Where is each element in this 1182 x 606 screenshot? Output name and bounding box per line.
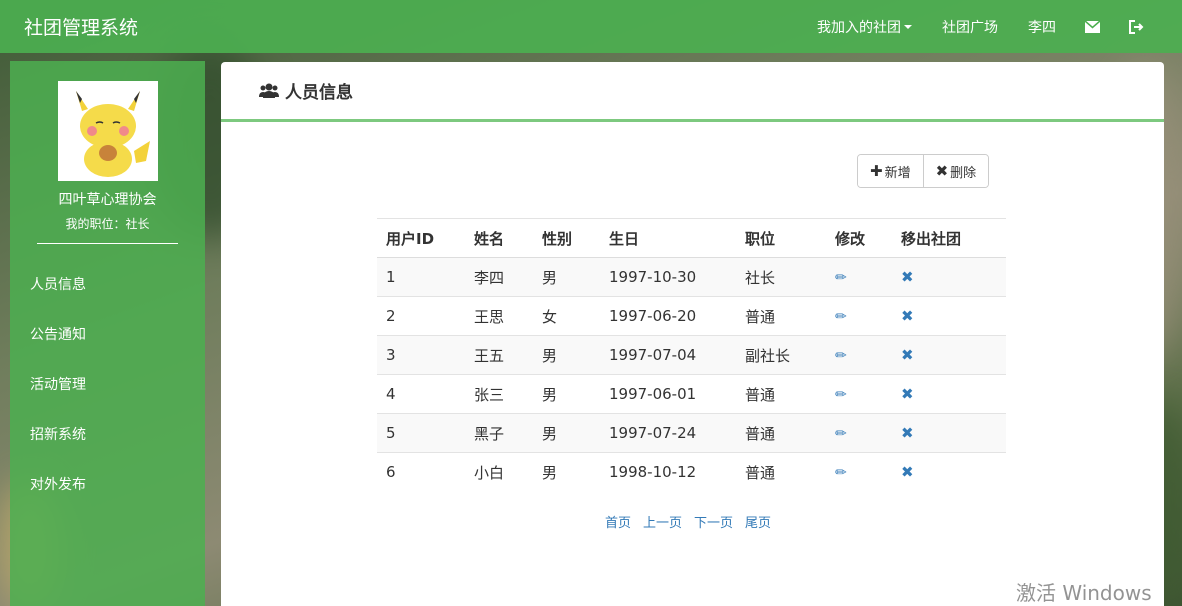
pencil-icon[interactable]: ✏	[835, 270, 847, 286]
pager-next[interactable]: 下一页	[694, 512, 733, 531]
close-icon: ✖	[935, 162, 949, 180]
cell-gender: 男	[533, 257, 600, 297]
table-row: 5 黑子 男 1997-07-24 普通 ✏ ✖	[377, 413, 1006, 453]
delete-button-label: 删除	[950, 165, 977, 181]
remove-icon[interactable]: ✖	[901, 307, 914, 325]
cell-id: 2	[377, 296, 465, 336]
table-header-row: 用户ID 姓名 性别 生日 职位 修改 移出社团	[377, 218, 1006, 258]
club-square-link[interactable]: 社团广场	[927, 0, 1013, 53]
my-position: 我的职位：社长	[65, 217, 150, 231]
cell-birthday: 1997-07-24	[600, 413, 736, 453]
nav-right: 我加入的社团 社团广场 李四	[802, 0, 1158, 53]
table-row: 6 小白 男 1998-10-12 普通 ✏ ✖	[377, 452, 1006, 492]
column-header: 性别	[533, 218, 600, 258]
logout-icon[interactable]	[1114, 0, 1158, 53]
column-header: 移出社团	[892, 218, 1006, 258]
column-header: 职位	[736, 218, 826, 258]
pencil-icon[interactable]: ✏	[835, 309, 847, 325]
top-navbar: 社团管理系统 我加入的社团 社团广场 李四	[0, 0, 1182, 53]
remove-icon[interactable]: ✖	[901, 463, 914, 481]
cell-id: 4	[377, 374, 465, 414]
column-header: 生日	[600, 218, 736, 258]
cell-name: 黑子	[465, 413, 533, 453]
sidebar-item-recruitment[interactable]: 招新系统	[10, 423, 205, 473]
cell-id: 6	[377, 452, 465, 492]
remove-icon[interactable]: ✖	[901, 424, 914, 442]
column-header: 姓名	[465, 218, 533, 258]
cell-role: 副社长	[736, 335, 826, 375]
sidebar: 四叶草心理协会 我的职位：社长 人员信息 公告通知 活动管理 招新系统 对外发布	[10, 61, 205, 606]
pager-prev[interactable]: 上一页	[643, 512, 682, 531]
cell-gender: 男	[533, 452, 600, 492]
cell-name: 王五	[465, 335, 533, 375]
table-row: 4 张三 男 1997-06-01 普通 ✏ ✖	[377, 374, 1006, 414]
main-panel: 人员信息 ✚ 新增 ✖ 删除 用户ID 姓名 性别 生日 职位 修改 移出社团 …	[221, 62, 1164, 606]
delete-member-button[interactable]: ✖ 删除	[922, 155, 989, 187]
remove-icon[interactable]: ✖	[901, 346, 914, 364]
sidebar-item-members[interactable]: 人员信息	[10, 273, 205, 323]
my-clubs-dropdown[interactable]: 我加入的社团	[802, 0, 927, 53]
sidebar-item-activities[interactable]: 活动管理	[10, 373, 205, 423]
cell-name: 张三	[465, 374, 533, 414]
cell-id: 3	[377, 335, 465, 375]
users-icon	[259, 83, 279, 98]
cell-birthday: 1997-06-01	[600, 374, 736, 414]
mail-icon[interactable]	[1071, 0, 1114, 53]
add-button-label: 新增	[884, 165, 911, 181]
cell-birthday: 1997-07-04	[600, 335, 736, 375]
cell-birthday: 1998-10-12	[600, 452, 736, 492]
caret-down-icon	[904, 24, 912, 29]
cell-name: 王思	[465, 296, 533, 336]
cell-role: 普通	[736, 296, 826, 336]
action-button-group: ✚ 新增 ✖ 删除	[857, 154, 990, 188]
cell-name: 李四	[465, 257, 533, 297]
brand-title[interactable]: 社团管理系统	[24, 13, 138, 40]
table-row: 2 王思 女 1997-06-20 普通 ✏ ✖	[377, 296, 1006, 336]
club-avatar	[58, 81, 158, 181]
pencil-icon[interactable]: ✏	[835, 426, 847, 442]
remove-icon[interactable]: ✖	[901, 385, 914, 403]
pencil-icon[interactable]: ✏	[835, 387, 847, 403]
cell-role: 普通	[736, 452, 826, 492]
cell-birthday: 1997-10-30	[600, 257, 736, 297]
cell-role: 普通	[736, 413, 826, 453]
remove-icon[interactable]: ✖	[901, 268, 914, 286]
user-link[interactable]: 李四	[1013, 0, 1071, 53]
page-title: 人员信息	[285, 83, 353, 103]
sidebar-menu: 人员信息 公告通知 活动管理 招新系统 对外发布	[10, 273, 205, 523]
pagination: 首页 上一页 下一页 尾页	[605, 512, 771, 531]
cell-role: 普通	[736, 374, 826, 414]
pencil-icon[interactable]: ✏	[835, 348, 847, 364]
cell-gender: 男	[533, 335, 600, 375]
pikachu-avatar-icon	[58, 81, 158, 181]
cell-gender: 女	[533, 296, 600, 336]
panel-header: 人员信息	[221, 62, 1164, 122]
plus-icon: ✚	[870, 162, 883, 180]
cell-name: 小白	[465, 452, 533, 492]
sidebar-item-announcements[interactable]: 公告通知	[10, 323, 205, 373]
pager-last[interactable]: 尾页	[745, 512, 771, 531]
cell-gender: 男	[533, 413, 600, 453]
cell-id: 1	[377, 257, 465, 297]
cell-role: 社长	[736, 257, 826, 297]
cell-id: 5	[377, 413, 465, 453]
add-member-button[interactable]: ✚ 新增	[858, 155, 923, 187]
club-name: 四叶草心理协会	[58, 192, 157, 208]
members-table: 用户ID 姓名 性别 生日 职位 修改 移出社团 1 李四 男 1997-10-…	[377, 218, 1006, 492]
sidebar-divider	[37, 243, 178, 244]
table-row: 3 王五 男 1997-07-04 副社长 ✏ ✖	[377, 335, 1006, 375]
cell-birthday: 1997-06-20	[600, 296, 736, 336]
table-row: 1 李四 男 1997-10-30 社长 ✏ ✖	[377, 257, 1006, 297]
cell-gender: 男	[533, 374, 600, 414]
windows-activation-watermark: 激活 Windows	[1016, 581, 1152, 605]
pager-first[interactable]: 首页	[605, 512, 631, 531]
column-header: 修改	[826, 218, 892, 258]
column-header: 用户ID	[377, 218, 465, 258]
sidebar-item-publish[interactable]: 对外发布	[10, 473, 205, 523]
pencil-icon[interactable]: ✏	[835, 465, 847, 481]
my-clubs-label: 我加入的社团	[817, 19, 901, 36]
